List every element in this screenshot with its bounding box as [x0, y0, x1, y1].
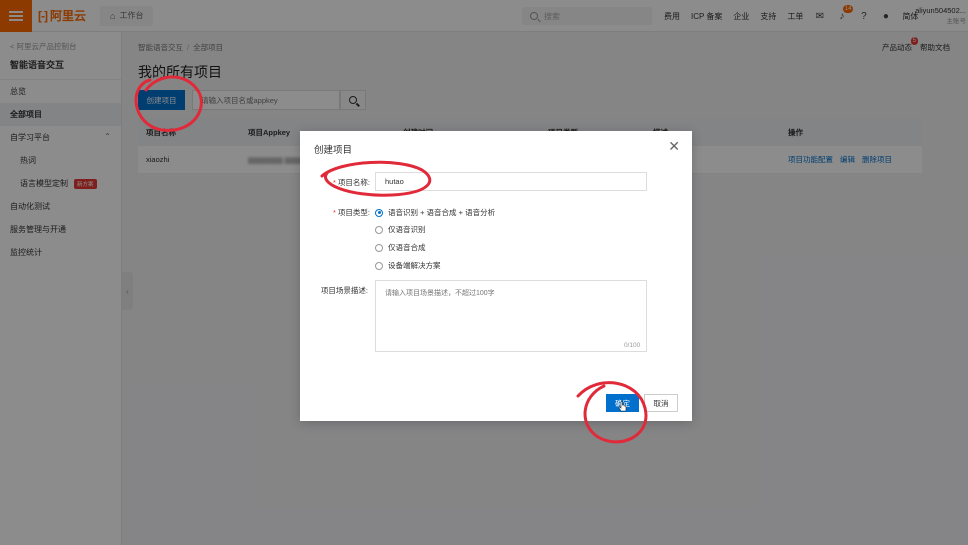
char-counter: 0/100 [624, 342, 641, 349]
type-option-asr[interactable]: 仅语音识别 [375, 224, 426, 235]
project-type-label: * 项目类型: [332, 208, 370, 217]
type-option-full[interactable]: 语音识别 + 语音合成 + 语音分析 [375, 207, 495, 218]
project-name-input[interactable] [375, 172, 647, 191]
required-mark: * [332, 178, 336, 187]
type-option-tts[interactable]: 仅语音合成 [375, 242, 426, 253]
radio-icon [375, 261, 383, 270]
project-desc-label: 项目场景描述: [320, 286, 368, 295]
project-desc-textarea[interactable] [375, 280, 647, 352]
type-option-device[interactable]: 设备端解决方案 [375, 260, 441, 271]
radio-selected-icon [375, 208, 383, 217]
create-project-dialog: 创建项目 ✕ *项目名称: *项目类型: 语音识别 + 语音合成 + 语音分析 … [300, 131, 692, 421]
cancel-button[interactable]: 取消 [644, 394, 678, 412]
dialog-title: 创建项目 [314, 145, 353, 156]
hand-cursor-icon [618, 401, 627, 412]
required-mark: * [332, 208, 336, 217]
close-icon[interactable]: ✕ [668, 139, 680, 153]
radio-icon [375, 243, 383, 252]
radio-icon [375, 225, 383, 234]
project-name-label: * 项目名称: [332, 178, 370, 187]
